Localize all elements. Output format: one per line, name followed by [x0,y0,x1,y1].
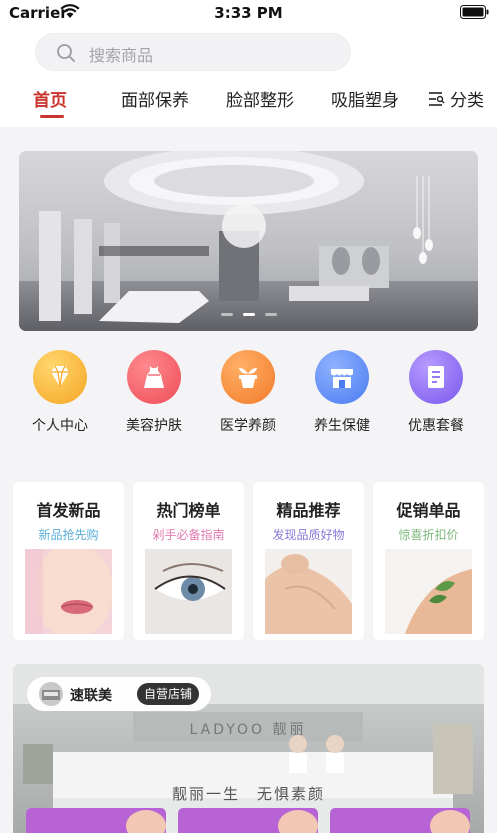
search-placeholder: 搜索商品 [89,46,154,65]
tab-face-shaping[interactable]: 脸部整形 [226,86,294,111]
shortcut-icon-bg [315,350,369,404]
battery-icon [460,5,489,19]
shortcut-icon-bg [33,350,87,404]
search-icon [57,44,75,62]
carousel-dot[interactable] [220,313,233,316]
shortcut-discount-package[interactable]: 优惠套餐 [396,350,476,435]
tab-category[interactable]: 分类 [450,86,484,111]
shortcut-medical-beauty[interactable]: 医学养颜 [208,350,288,435]
product-thumbnail[interactable] [330,808,470,833]
product-thumbnail[interactable] [26,808,166,833]
promo-subtitle: 发现品质好物 [272,528,345,542]
shortcut-label: 养生保健 [314,418,370,434]
carousel-dots[interactable] [19,301,478,320]
document-icon [428,366,444,388]
shortcut-label: 优惠套餐 [408,418,464,434]
shortcut-icon-bg [127,350,181,404]
store-tag-badge: 自营店铺 [137,683,200,705]
banner-carousel[interactable] [19,151,478,331]
store-name: 速联美 [70,688,112,704]
promo-title: 促销单品 [396,501,461,520]
search-bar[interactable]: 搜索商品 [35,33,351,71]
promo-image-eye [145,549,232,634]
status-bar: Carrier 3:33 PM [0,0,497,26]
tab-home[interactable]: 首页 [33,86,67,111]
store-avatar [39,682,63,706]
shortcut-label: 美容护肤 [126,418,182,434]
promo-card-sale[interactable]: 促销单品 惊喜折扣价 [373,482,484,640]
active-tab-indicator [40,115,64,118]
promo-card-hot[interactable]: 热门榜单 剁手必备指南 [133,482,244,640]
promo-card-new[interactable]: 首发新品 新品抢先购 [13,482,124,640]
shortcut-personal-center[interactable]: 个人中心 [20,350,100,435]
sprout-pot-icon [239,367,257,388]
clock: 3:33 PM [214,4,283,22]
shortcut-beauty-care[interactable]: 美容护肤 [114,350,194,435]
dress-icon [144,366,164,388]
promo-subtitle: 惊喜折扣价 [398,528,459,542]
tab-liposuction[interactable]: 吸脂塑身 [331,86,399,111]
promo-image-shoulder [265,549,352,634]
category-icon[interactable] [428,91,445,107]
store-logo-text: LADYOO 靓丽 [190,722,307,738]
store-badge[interactable]: 速联美 自营店铺 [27,677,211,711]
promo-subtitle: 新品抢先购 [38,528,99,542]
shortcut-icon-bg [221,350,275,404]
carousel-dot[interactable] [264,313,277,316]
tab-face-care[interactable]: 面部保养 [121,86,189,111]
shortcut-label: 医学养颜 [220,418,276,434]
promo-subtitle: 剁手必备指南 [152,528,225,542]
promo-card-recommend[interactable]: 精品推荐 发现品质好物 [253,482,364,640]
shop-icon [331,369,353,388]
promo-title: 精品推荐 [276,501,341,520]
shortcut-label: 个人中心 [32,418,88,434]
shortcut-icon-bg [409,350,463,404]
promo-image-lips [25,549,112,634]
promo-image-leaf [385,549,472,634]
nav-tabs: 首页 面部保养 脸部整形 吸脂塑身 分类 [0,80,497,120]
diamond-icon [51,365,69,388]
store-sign-text: 靓丽一生 无惧素颜 [171,785,325,803]
promo-title: 首发新品 [36,501,101,520]
shortcut-health-care[interactable]: 养生保健 [302,350,382,435]
product-thumbnail[interactable] [178,808,318,833]
promo-title: 热门榜单 [156,501,221,520]
carousel-dot-active[interactable] [242,313,255,316]
